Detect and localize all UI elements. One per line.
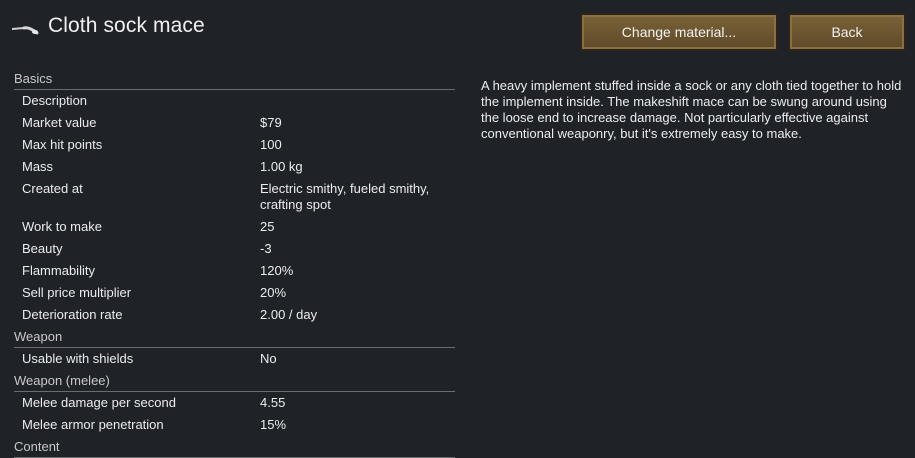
stat-label: Deterioration rate	[22, 307, 123, 322]
stat-row[interactable]: Market value $79	[14, 112, 455, 134]
stat-value: 100	[260, 137, 282, 152]
stat-row[interactable]: Sell price multiplier 20%	[14, 282, 455, 304]
stat-row[interactable]: Created at Electric smithy, fueled smith…	[14, 178, 455, 216]
stat-value: 4.55	[260, 395, 286, 410]
mace-icon	[11, 26, 39, 35]
section-weapon: Weapon	[14, 327, 455, 348]
page-title: Cloth sock mace	[48, 14, 205, 37]
stat-label: Melee armor penetration	[22, 417, 164, 432]
stat-value: No	[260, 351, 277, 366]
stat-row[interactable]: Melee armor penetration 15%	[14, 414, 455, 436]
stat-label: Max hit points	[22, 137, 103, 152]
stat-label: Sell price multiplier	[22, 285, 132, 300]
back-button[interactable]: Back	[788, 13, 906, 51]
stat-row[interactable]: Usable with shields No	[14, 348, 455, 370]
stat-label: Flammability	[22, 263, 95, 278]
stat-value: 2.00 / day	[260, 307, 318, 322]
stat-row[interactable]: Beauty -3	[14, 238, 455, 260]
section-weapon-melee: Weapon (melee)	[14, 371, 455, 392]
stat-row[interactable]: Max hit points 100	[14, 134, 455, 156]
stat-row[interactable]: Flammability 120%	[14, 260, 455, 282]
item-description: A heavy implement stuffed inside a sock …	[481, 78, 902, 141]
change-material-button[interactable]: Change material...	[580, 13, 778, 51]
section-content: Content	[14, 437, 455, 458]
stat-value	[260, 90, 455, 112]
stat-row[interactable]: Description	[14, 90, 455, 112]
stat-value: 25	[260, 219, 275, 234]
stats-panel: Basics Description Market value $79 Max …	[14, 68, 455, 458]
section-basics: Basics	[14, 69, 455, 90]
stat-label: Beauty	[22, 241, 63, 256]
stat-value: -3	[260, 241, 272, 256]
stat-value: $79	[260, 115, 282, 130]
stat-row[interactable]: Mass 1.00 kg	[14, 156, 455, 178]
stat-value: 120%	[260, 263, 294, 278]
stat-value: 15%	[260, 417, 287, 432]
stat-label: Market value	[22, 115, 97, 130]
stat-row[interactable]: Melee damage per second 4.55	[14, 392, 455, 414]
stat-label: Work to make	[22, 219, 102, 234]
stat-value: Electric smithy, fueled smithy, crafting…	[260, 181, 430, 212]
stat-value: 1.00 kg	[260, 159, 303, 174]
stat-value: 20%	[260, 285, 287, 300]
stat-label: Usable with shields	[22, 351, 134, 366]
stat-row[interactable]: Work to make 25	[14, 216, 455, 238]
stat-row[interactable]: Deterioration rate 2.00 / day	[14, 304, 455, 326]
stat-label: Description	[22, 93, 88, 108]
stat-label: Created at	[22, 181, 83, 196]
stat-label: Melee damage per second	[22, 395, 176, 410]
stat-label: Mass	[22, 159, 54, 174]
header: Cloth sock mace Change material... Back	[0, 0, 915, 60]
